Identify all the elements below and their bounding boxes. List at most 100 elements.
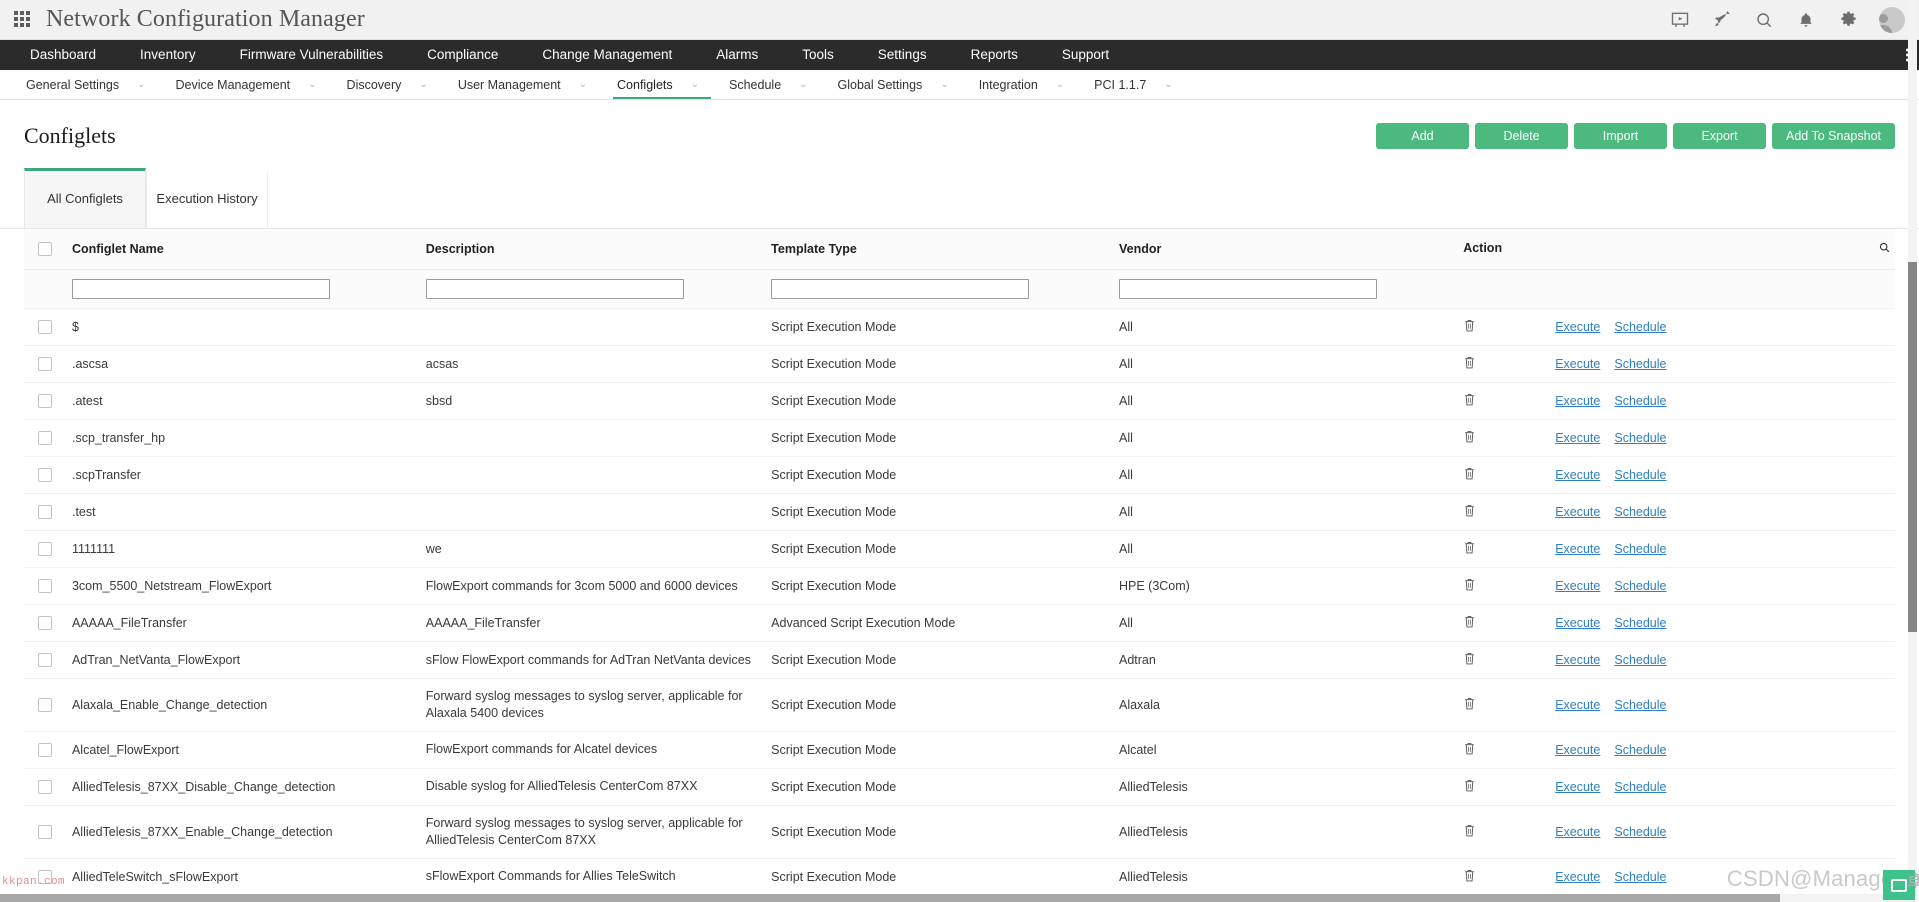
row-checkbox[interactable]: [38, 743, 52, 757]
trash-icon[interactable]: [1463, 392, 1476, 410]
execute-link[interactable]: Execute: [1555, 505, 1600, 519]
table-row[interactable]: .testScript Execution ModeAllExecuteSche…: [24, 494, 1895, 531]
subnav-item-user-management[interactable]: User Management ⌄: [454, 70, 613, 99]
subnav-item-pci[interactable]: PCI 1.1.7 ⌄: [1090, 70, 1199, 99]
header-configlet-name[interactable]: Configlet Name: [72, 229, 426, 270]
filter-input-configlet-name[interactable]: [72, 279, 330, 299]
trash-icon[interactable]: [1463, 318, 1476, 336]
header-template-type[interactable]: Template Type: [771, 229, 1119, 270]
table-row[interactable]: AlliedTelesis_87XX_Enable_Change_detecti…: [24, 805, 1895, 858]
add-button[interactable]: Add: [1376, 123, 1469, 149]
nav-item-settings[interactable]: Settings: [856, 40, 949, 70]
row-checkbox[interactable]: [38, 698, 52, 712]
vertical-scrollbar[interactable]: [1908, 0, 1917, 902]
table-row[interactable]: Alaxala_Enable_Change_detectionForward s…: [24, 679, 1895, 732]
nav-item-firmware-vulnerabilities[interactable]: Firmware Vulnerabilities: [218, 40, 406, 70]
execute-link[interactable]: Execute: [1555, 870, 1600, 884]
trash-icon[interactable]: [1463, 540, 1476, 558]
execute-link[interactable]: Execute: [1555, 579, 1600, 593]
schedule-link[interactable]: Schedule: [1614, 468, 1666, 482]
add-to-snapshot-button[interactable]: Add To Snapshot: [1772, 123, 1895, 149]
subnav-item-discovery[interactable]: Discovery ⌄: [343, 70, 454, 99]
table-row[interactable]: AAAAA_FileTransferAAAAA_FileTransferAdva…: [24, 605, 1895, 642]
search-icon[interactable]: [1753, 9, 1775, 31]
delete-button[interactable]: Delete: [1475, 123, 1568, 149]
table-row[interactable]: AlliedTelesis_87XX_Disable_Change_detect…: [24, 768, 1895, 805]
row-checkbox[interactable]: [38, 357, 52, 371]
execute-link[interactable]: Execute: [1555, 542, 1600, 556]
execute-link[interactable]: Execute: [1555, 698, 1600, 712]
header-vendor[interactable]: Vendor: [1119, 229, 1463, 270]
row-checkbox[interactable]: [38, 870, 52, 884]
nav-item-support[interactable]: Support: [1040, 40, 1131, 70]
row-checkbox[interactable]: [38, 505, 52, 519]
schedule-link[interactable]: Schedule: [1614, 394, 1666, 408]
subnav-item-configlets[interactable]: Configlets ⌄: [613, 70, 725, 99]
header-description[interactable]: Description: [426, 229, 771, 270]
trash-icon[interactable]: [1463, 778, 1476, 796]
presentation-icon[interactable]: [1669, 9, 1691, 31]
row-checkbox[interactable]: [38, 394, 52, 408]
subnav-item-global-settings[interactable]: Global Settings ⌄: [834, 70, 975, 99]
trash-icon[interactable]: [1463, 355, 1476, 373]
trash-icon[interactable]: [1463, 651, 1476, 669]
execute-link[interactable]: Execute: [1555, 357, 1600, 371]
row-checkbox[interactable]: [38, 431, 52, 445]
row-checkbox[interactable]: [38, 320, 52, 334]
execute-link[interactable]: Execute: [1555, 743, 1600, 757]
table-row[interactable]: AdTran_NetVanta_FlowExportsFlow FlowExpo…: [24, 642, 1895, 679]
row-checkbox[interactable]: [38, 579, 52, 593]
execute-link[interactable]: Execute: [1555, 780, 1600, 794]
table-row[interactable]: Alcatel_FlowExportFlowExport commands fo…: [24, 731, 1895, 768]
bell-icon[interactable]: [1795, 9, 1817, 31]
nav-item-compliance[interactable]: Compliance: [405, 40, 520, 70]
row-checkbox[interactable]: [38, 780, 52, 794]
apps-grid-icon[interactable]: [14, 11, 32, 29]
trash-icon[interactable]: [1463, 429, 1476, 447]
search-icon[interactable]: [1878, 241, 1891, 257]
nav-item-tools[interactable]: Tools: [780, 40, 856, 70]
subnav-item-device-management[interactable]: Device Management ⌄: [172, 70, 343, 99]
trash-icon[interactable]: [1463, 868, 1476, 886]
schedule-link[interactable]: Schedule: [1614, 698, 1666, 712]
nav-item-dashboard[interactable]: Dashboard: [8, 40, 118, 70]
execute-link[interactable]: Execute: [1555, 653, 1600, 667]
table-row[interactable]: $Script Execution ModeAllExecuteSchedule: [24, 309, 1895, 346]
tab-execution-history[interactable]: Execution History: [146, 171, 268, 228]
row-checkbox[interactable]: [38, 616, 52, 630]
nav-item-alarms[interactable]: Alarms: [694, 40, 780, 70]
table-row[interactable]: .atestsbsdScript Execution ModeAllExecut…: [24, 383, 1895, 420]
schedule-link[interactable]: Schedule: [1614, 579, 1666, 593]
schedule-link[interactable]: Schedule: [1614, 616, 1666, 630]
nav-item-reports[interactable]: Reports: [949, 40, 1040, 70]
schedule-link[interactable]: Schedule: [1614, 653, 1666, 667]
schedule-link[interactable]: Schedule: [1614, 320, 1666, 334]
subnav-item-schedule[interactable]: Schedule ⌄: [725, 70, 834, 99]
row-checkbox[interactable]: [38, 468, 52, 482]
filter-input-template-type[interactable]: [771, 279, 1029, 299]
schedule-link[interactable]: Schedule: [1614, 743, 1666, 757]
execute-link[interactable]: Execute: [1555, 825, 1600, 839]
horizontal-scrollbar[interactable]: [0, 894, 1910, 902]
tab-all-configlets[interactable]: All Configlets: [24, 168, 146, 228]
schedule-link[interactable]: Schedule: [1614, 431, 1666, 445]
execute-link[interactable]: Execute: [1555, 468, 1600, 482]
vertical-scrollbar-thumb[interactable]: [1908, 262, 1917, 632]
row-checkbox[interactable]: [38, 542, 52, 556]
row-checkbox[interactable]: [38, 825, 52, 839]
filter-input-vendor[interactable]: [1119, 279, 1377, 299]
trash-icon[interactable]: [1463, 696, 1476, 714]
trash-icon[interactable]: [1463, 614, 1476, 632]
table-row[interactable]: .scp_transfer_hpScript Execution ModeAll…: [24, 420, 1895, 457]
horizontal-scrollbar-thumb[interactable]: [0, 894, 1780, 902]
table-row[interactable]: .scpTransferScript Execution ModeAllExec…: [24, 457, 1895, 494]
rocket-icon[interactable]: [1711, 9, 1733, 31]
execute-link[interactable]: Execute: [1555, 320, 1600, 334]
schedule-link[interactable]: Schedule: [1614, 825, 1666, 839]
execute-link[interactable]: Execute: [1555, 431, 1600, 445]
avatar[interactable]: [1879, 7, 1905, 33]
execute-link[interactable]: Execute: [1555, 616, 1600, 630]
gear-icon[interactable]: [1837, 9, 1859, 31]
trash-icon[interactable]: [1463, 823, 1476, 841]
trash-icon[interactable]: [1463, 503, 1476, 521]
